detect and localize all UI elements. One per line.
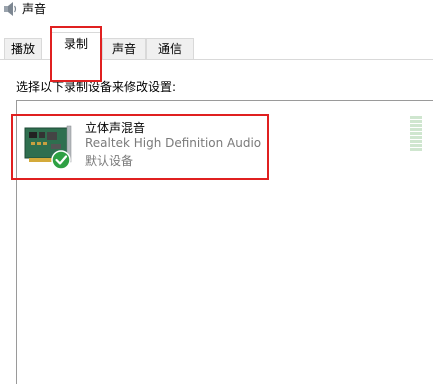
speaker-icon	[4, 2, 17, 16]
tab-communications[interactable]: 通信	[146, 38, 194, 60]
window-title: 声音	[22, 2, 47, 16]
tab-sounds[interactable]: 声音	[102, 38, 146, 60]
device-name: 立体声混音	[85, 121, 146, 135]
device-status: 默认设备	[85, 154, 134, 168]
instructions-text: 选择以下录制设备来修改设置:	[16, 80, 177, 94]
level-meter	[410, 116, 422, 151]
device-item-stereo-mix[interactable]: 立体声混音 Realtek High Definition Audio 默认设备	[11, 114, 269, 180]
tab-recording[interactable]: 录制	[50, 32, 102, 61]
title-bar: 声音	[0, 0, 433, 24]
device-driver: Realtek High Definition Audio	[85, 136, 262, 150]
recording-panel: 选择以下录制设备来修改设置: 立体声混音 Realtek High Defini…	[0, 59, 433, 384]
sound-card-icon	[24, 125, 72, 170]
sound-dialog: 声音 播放 录制 声音 通信 选择以下录制设备来修改设置: 立体声混音 Real…	[0, 0, 433, 384]
recording-device-list[interactable]: 立体声混音 Realtek High Definition Audio 默认设备	[11, 100, 433, 384]
green-check-icon	[51, 150, 71, 170]
tab-playback[interactable]: 播放	[4, 38, 42, 60]
tab-strip: 播放 录制 声音 通信	[0, 30, 433, 61]
